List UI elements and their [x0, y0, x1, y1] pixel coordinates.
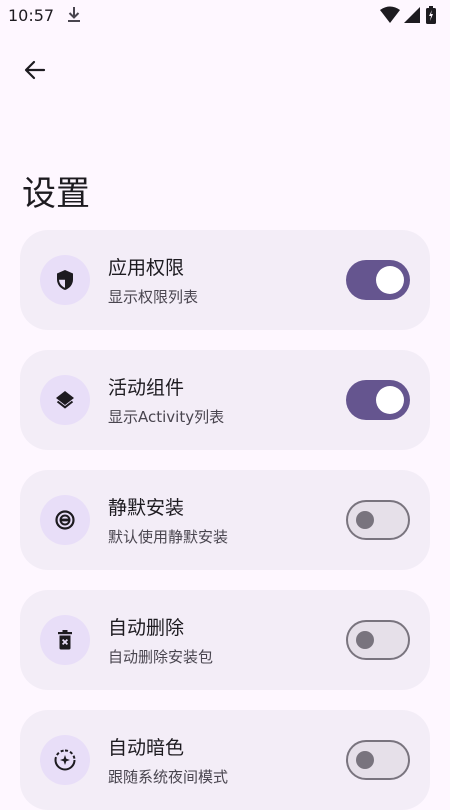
switch-thumb — [376, 266, 404, 294]
battery-icon — [426, 6, 436, 24]
download-icon — [66, 6, 82, 24]
setting-card-activity-components[interactable]: 活动组件 显示Activity列表 — [20, 350, 430, 450]
auto-dark-switch[interactable] — [346, 740, 410, 780]
silent-install-switch[interactable] — [346, 500, 410, 540]
setting-subtitle: 自动删除安装包 — [108, 648, 214, 666]
setting-title: 静默安装 — [108, 497, 185, 519]
setting-subtitle: 显示权限列表 — [108, 288, 199, 306]
activity-components-switch[interactable] — [346, 380, 410, 420]
auto-dark-mode-icon — [40, 735, 90, 785]
setting-title: 自动暗色 — [108, 737, 185, 759]
status-time: 10:57 — [8, 6, 55, 25]
setting-subtitle: 跟随系统夜间模式 — [108, 768, 229, 786]
setting-card-auto-dark[interactable]: 自动暗色 跟随系统夜间模式 — [20, 710, 430, 810]
switch-thumb — [356, 511, 374, 529]
delete-icon — [40, 615, 90, 665]
setting-card-auto-delete[interactable]: 自动删除 自动删除安装包 — [20, 590, 430, 690]
arrow-back-icon — [24, 60, 46, 80]
shield-icon — [40, 255, 90, 305]
setting-card-silent-install[interactable]: 静默安装 默认使用静默安装 — [20, 470, 430, 570]
setting-card-app-permissions[interactable]: 应用权限 显示权限列表 — [20, 230, 430, 330]
back-button[interactable] — [14, 49, 56, 91]
setting-title: 活动组件 — [108, 377, 185, 399]
setting-title: 自动删除 — [108, 617, 185, 639]
switch-thumb — [356, 751, 374, 769]
setting-subtitle: 默认使用静默安装 — [108, 528, 229, 546]
switch-thumb — [356, 631, 374, 649]
switch-thumb — [376, 386, 404, 414]
wifi-icon — [380, 6, 400, 23]
page-title: 设置 — [22, 174, 90, 214]
app-permissions-switch[interactable] — [346, 260, 410, 300]
setting-title: 应用权限 — [108, 257, 185, 279]
layers-icon — [40, 375, 90, 425]
status-icons — [380, 6, 440, 26]
status-bar: 10:57 — [0, 0, 450, 32]
signal-icon — [404, 7, 420, 23]
setting-subtitle: 显示Activity列表 — [108, 408, 225, 426]
do-not-disturb-icon — [40, 495, 90, 545]
auto-delete-switch[interactable] — [346, 620, 410, 660]
